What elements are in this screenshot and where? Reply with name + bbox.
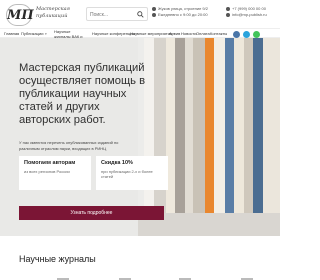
learn-more-button[interactable]: Узнать подробнее xyxy=(19,206,164,220)
nav-label: Главная xyxy=(4,31,20,36)
address-block: Жуков улица, строение 9/2 Ежедневно с 9:… xyxy=(152,6,222,18)
feature-text: при публикации 2-х и более статей xyxy=(101,169,153,179)
chevron-down-icon: ▼ xyxy=(44,32,48,36)
feature-card: Скидка 10% при публикации 2-х и более ст… xyxy=(96,156,168,190)
hours-text: Ежедневно с 9:00 до 20:00 xyxy=(158,12,208,17)
nav-label: Научные мероприятия xyxy=(130,31,173,36)
nav-label: Оплата xyxy=(196,31,210,36)
email-link[interactable]: info@mp-publish.ru xyxy=(232,12,267,18)
feature-card: Помогаем авторам из всех регионов России xyxy=(19,156,91,190)
search-input[interactable] xyxy=(90,9,136,20)
logo-mark: МП xyxy=(6,4,34,26)
telegram-icon[interactable] xyxy=(243,31,250,38)
section-title: Научные журналы xyxy=(19,254,96,264)
journals-preview-strip xyxy=(57,278,253,280)
hero-banner: Мастерская публикаций осуществляет помощ… xyxy=(0,38,280,236)
main-nav: Главная Публикации▼ Научные журналы ВАК … xyxy=(0,28,280,44)
whatsapp-icon[interactable] xyxy=(253,31,260,38)
vk-icon[interactable] xyxy=(233,31,240,38)
logo-text-line2: публикаций xyxy=(36,13,68,19)
nav-label: Контакты xyxy=(210,31,228,36)
nav-label: Архив xyxy=(169,31,181,36)
hero-title: Мастерская публикаций осуществляет помощ… xyxy=(19,62,146,126)
phone-icon xyxy=(226,7,230,11)
nav-label: Научные конференции xyxy=(92,31,135,36)
search-icon[interactable] xyxy=(137,11,144,18)
contacts-block: +7 (999) 000 00 00 info@mp-publish.ru xyxy=(226,6,278,18)
feature-title: Скидка 10% xyxy=(101,160,133,166)
mail-icon xyxy=(226,13,230,17)
search-box xyxy=(86,7,148,21)
clock-icon xyxy=(152,13,156,17)
nav-label: Новости xyxy=(181,31,197,36)
logo-text: Мастерская публикаций xyxy=(36,6,84,20)
feature-text: из всех регионов России xyxy=(24,169,70,174)
logo-text-line1: Мастерская xyxy=(36,6,70,12)
feature-title: Помогаем авторам xyxy=(24,160,76,166)
site-logo[interactable]: МП Мастерская публикаций xyxy=(6,4,84,26)
site-header: МП Мастерская публикаций Жуков улица, ст… xyxy=(0,0,280,28)
nav-label: Публикации xyxy=(21,31,44,36)
hero-note: У нас имеются перечень опубликованных из… xyxy=(19,140,119,151)
location-icon xyxy=(152,7,156,11)
